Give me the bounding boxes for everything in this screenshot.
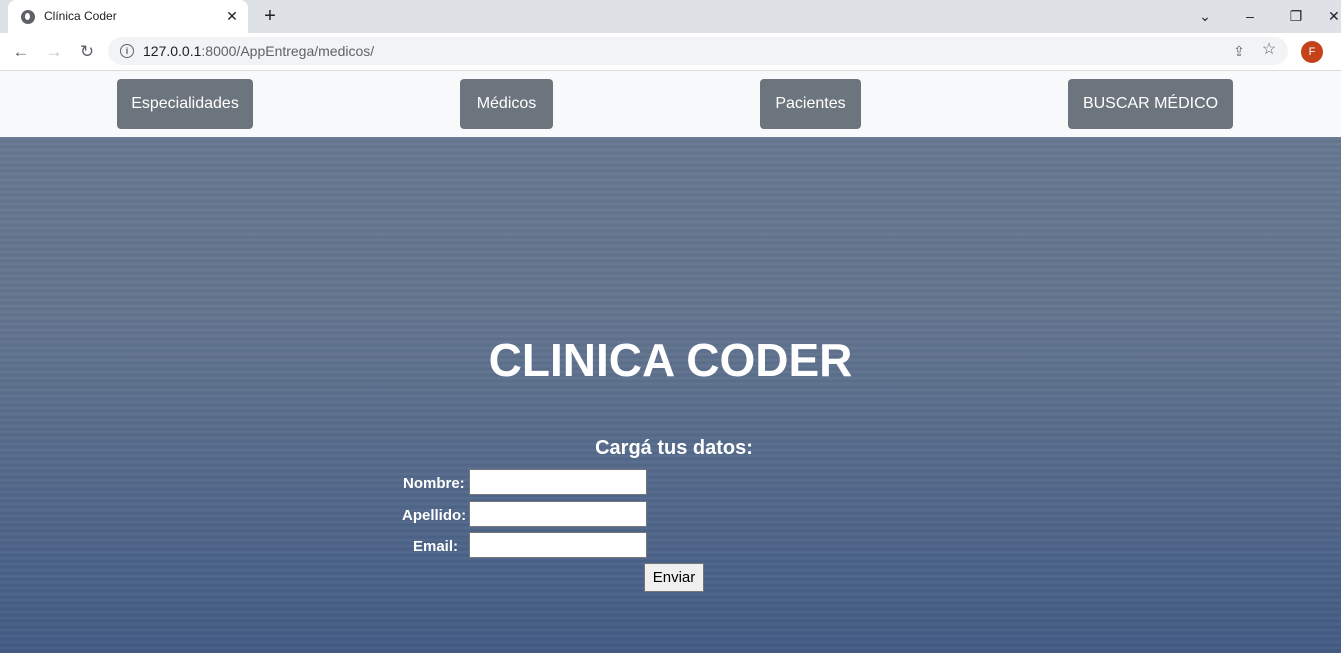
tab-close-icon[interactable]: ✕ — [224, 8, 240, 24]
email-label: Email: — [413, 538, 459, 555]
nombre-label: Nombre: — [403, 475, 465, 492]
apellido-input[interactable] — [469, 501, 647, 527]
share-icon[interactable]: ⇪ — [1230, 42, 1248, 60]
apellido-label: Apellido: — [402, 507, 467, 524]
email-input[interactable] — [469, 532, 647, 558]
browser-toolbar: ← → ↻ i 127.0.0.1:8000/AppEntrega/medico… — [0, 33, 1341, 71]
minimize-icon[interactable]: – — [1240, 6, 1260, 26]
enviar-button[interactable]: Enviar — [644, 563, 704, 592]
nav-buscar-medico-button[interactable]: BUSCAR MÉDICO — [1068, 79, 1233, 129]
window-close-icon[interactable]: ✕ — [1328, 6, 1341, 26]
profile-avatar[interactable]: F — [1301, 41, 1323, 63]
url-path: :8000/AppEntrega/medicos/ — [201, 43, 375, 59]
site-navbar: Especialidades Médicos Pacientes BUSCAR … — [0, 71, 1341, 137]
bookmark-star-icon[interactable]: ☆ — [1260, 41, 1278, 59]
restore-icon[interactable]: ❐ — [1286, 6, 1306, 26]
form-title: Cargá tus datos: — [595, 437, 753, 459]
tab-search-icon[interactable]: ⌄ — [1195, 6, 1215, 26]
browser-tabstrip: Clínica Coder ✕ + ⌄ – ❐ ✕ — [0, 0, 1341, 33]
url-text[interactable]: 127.0.0.1:8000/AppEntrega/medicos/ — [143, 43, 374, 59]
reload-icon[interactable]: ↻ — [76, 41, 98, 63]
tab-title: Clínica Coder — [44, 9, 117, 23]
nav-especialidades-button[interactable]: Especialidades — [117, 79, 253, 129]
browser-tab[interactable]: Clínica Coder ✕ — [8, 0, 248, 33]
nav-medicos-button[interactable]: Médicos — [460, 79, 553, 129]
new-tab-icon[interactable]: + — [260, 6, 280, 26]
address-bar[interactable]: i 127.0.0.1:8000/AppEntrega/medicos/ ⇪ ☆ — [108, 37, 1288, 65]
hero-section: CLINICA CODER Cargá tus datos: Nombre: A… — [0, 137, 1341, 653]
forward-arrow-icon[interactable]: → — [43, 41, 65, 63]
site-info-icon[interactable]: i — [120, 44, 134, 58]
nombre-input[interactable] — [469, 469, 647, 495]
url-host: 127.0.0.1 — [143, 43, 202, 59]
globe-icon — [21, 10, 35, 24]
page-content: Especialidades Médicos Pacientes BUSCAR … — [0, 71, 1341, 653]
back-arrow-icon[interactable]: ← — [10, 41, 32, 63]
nav-pacientes-button[interactable]: Pacientes — [760, 79, 861, 129]
page-title: CLINICA CODER — [488, 334, 853, 386]
